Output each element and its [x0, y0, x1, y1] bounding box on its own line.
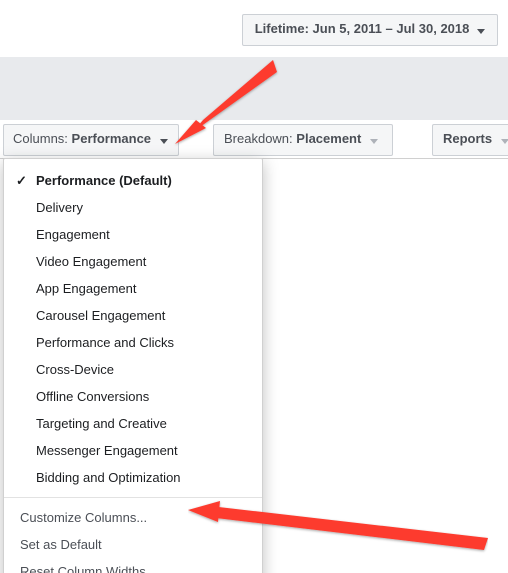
header-row: Lifetime: Jun 5, 2011 – Jul 30, 2018 — [0, 0, 508, 58]
columns-action-item[interactable]: Reset Column Widths — [4, 558, 262, 573]
dropdown-separator — [4, 497, 262, 498]
columns-dropdown: ✓ Performance (Default) Delivery Engagement… — [3, 158, 263, 573]
check-icon: ✓ — [16, 173, 27, 189]
columns-preset-item[interactable]: Video Engagement — [4, 248, 262, 275]
columns-preset-item[interactable]: Performance and Clicks — [4, 329, 262, 356]
columns-preset-label: Cross-Device — [36, 362, 114, 377]
date-range-prefix: Lifetime: — [255, 21, 309, 36]
breakdown-label-val: Placement — [296, 131, 361, 146]
columns-action-label: Set as Default — [20, 537, 102, 552]
caret-down-icon — [160, 139, 168, 144]
subheader-band — [0, 57, 508, 121]
columns-preset-label: Bidding and Optimization — [36, 470, 181, 485]
columns-preset-label: App Engagement — [36, 281, 136, 296]
columns-preset-item[interactable]: Targeting and Creative — [4, 410, 262, 437]
columns-preset-item[interactable]: Engagement — [4, 221, 262, 248]
columns-label-key: Columns: — [13, 131, 68, 146]
breakdown-button[interactable]: Breakdown: Placement — [213, 124, 393, 156]
columns-preset-item[interactable]: ✓ Performance (Default) — [4, 167, 262, 194]
columns-action-label: Customize Columns... — [20, 510, 147, 525]
columns-preset-item[interactable]: Messenger Engagement — [4, 437, 262, 464]
breakdown-label-key: Breakdown: — [224, 131, 293, 146]
columns-preset-label: Engagement — [36, 227, 110, 242]
columns-preset-item[interactable]: App Engagement — [4, 275, 262, 302]
reports-label: Reports — [443, 131, 492, 146]
columns-preset-item[interactable]: Cross-Device — [4, 356, 262, 383]
columns-preset-label: Offline Conversions — [36, 389, 149, 404]
caret-down-icon — [477, 29, 485, 34]
columns-preset-label: Performance and Clicks — [36, 335, 174, 350]
columns-action-item[interactable]: Customize Columns... — [4, 504, 262, 531]
caret-down-icon — [501, 139, 508, 144]
columns-preset-item[interactable]: Offline Conversions — [4, 383, 262, 410]
toolbar: Columns: Performance Breakdown: Placemen… — [0, 120, 508, 159]
columns-button[interactable]: Columns: Performance — [3, 124, 179, 156]
columns-preset-label: Targeting and Creative — [36, 416, 167, 431]
columns-preset-label: Delivery — [36, 200, 83, 215]
columns-preset-label: Performance (Default) — [36, 173, 172, 188]
reports-button[interactable]: Reports — [432, 124, 508, 156]
columns-preset-item[interactable]: Bidding and Optimization — [4, 464, 262, 491]
columns-action-item[interactable]: Set as Default — [4, 531, 262, 558]
columns-preset-label: Carousel Engagement — [36, 308, 165, 323]
date-range-button[interactable]: Lifetime: Jun 5, 2011 – Jul 30, 2018 — [242, 14, 498, 46]
columns-preset-item[interactable]: Delivery — [4, 194, 262, 221]
columns-preset-item[interactable]: Carousel Engagement — [4, 302, 262, 329]
columns-action-label: Reset Column Widths — [20, 564, 146, 573]
columns-label-val: Performance — [72, 131, 151, 146]
columns-preset-label: Video Engagement — [36, 254, 146, 269]
columns-preset-label: Messenger Engagement — [36, 443, 178, 458]
date-range-value: Jun 5, 2011 – Jul 30, 2018 — [313, 21, 470, 36]
caret-down-icon — [370, 139, 378, 144]
